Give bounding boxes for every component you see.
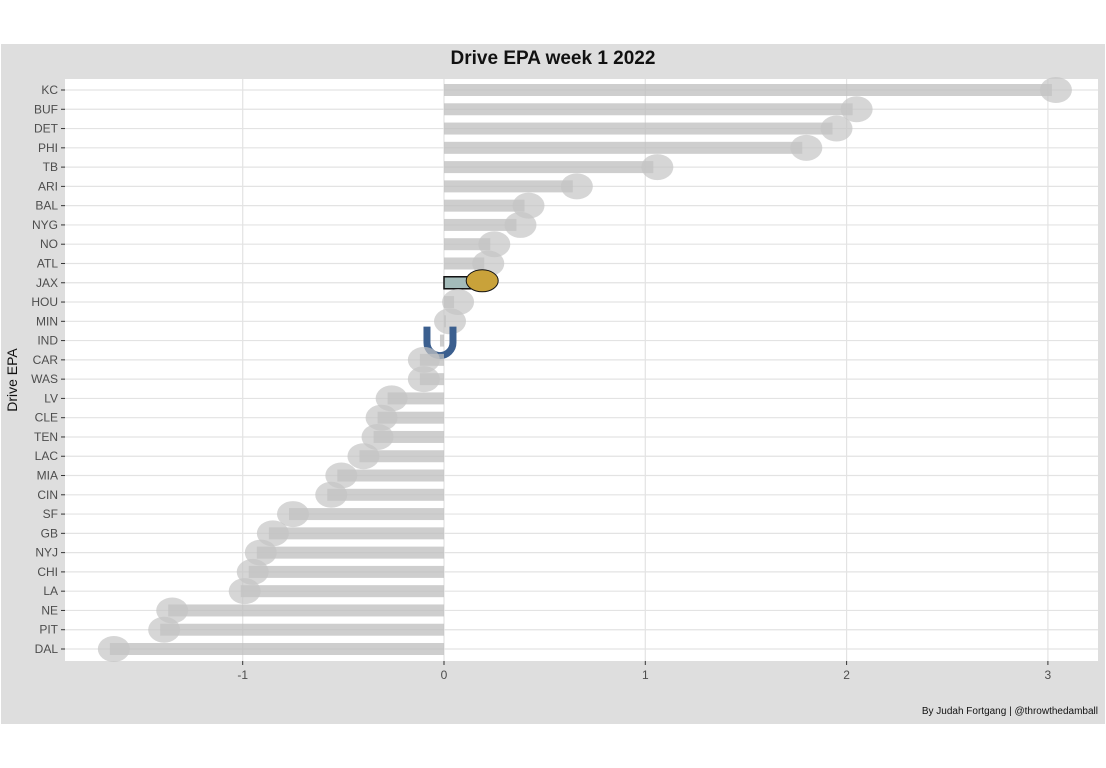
bar-buf [444, 103, 853, 116]
team-logo-kc-icon [1039, 77, 1072, 103]
team-logo-nyg-icon [504, 211, 537, 238]
x-tick-label: 0 [441, 668, 448, 682]
y-tick-label: ARI [38, 179, 58, 193]
y-tick-label: IND [37, 334, 58, 348]
y-tick-label: NO [40, 237, 58, 251]
team-logo-tb-icon [641, 154, 674, 181]
y-tick-label: CHI [37, 565, 58, 579]
bar-nyj [256, 546, 444, 559]
team-logo-jaguar-icon [465, 269, 499, 293]
y-tick-label: CIN [37, 488, 58, 502]
y-tick-label: DET [34, 122, 59, 136]
bar-gb [268, 527, 444, 540]
bar-sf [288, 508, 444, 521]
y-tick-label: JAX [36, 276, 58, 290]
y-tick-label: TB [43, 160, 58, 174]
team-logo-dal-icon [97, 636, 130, 662]
x-tick-label: 3 [1045, 668, 1052, 682]
team-logo-was-icon [407, 366, 440, 393]
y-tick-label: GB [41, 526, 58, 540]
y-tick-label: LAC [35, 449, 59, 463]
y-tick-label: HOU [31, 295, 58, 309]
y-tick-label: CAR [33, 353, 59, 367]
y-tick-label: MIA [37, 469, 58, 483]
y-tick-label: TEN [34, 430, 58, 444]
y-tick-label: KC [41, 83, 58, 97]
team-logo-la-icon [228, 578, 261, 605]
team-logo-ari-icon [560, 173, 593, 200]
y-tick-label: BUF [34, 102, 58, 116]
y-tick-label: NYJ [35, 546, 58, 560]
x-axis-ticks: -1 0 1 2 3 [237, 661, 1052, 682]
bar-chi [248, 565, 444, 578]
y-tick-label: CLE [35, 411, 58, 425]
team-logo-pit-icon [148, 616, 181, 643]
x-tick-label: 1 [642, 668, 649, 682]
y-tick-label: LA [43, 584, 58, 598]
y-tick-label: BAL [35, 199, 58, 213]
bar-dal [109, 643, 444, 655]
y-tick-label: PIT [39, 623, 58, 637]
y-tick-label: MIN [36, 314, 58, 328]
bar-la [240, 585, 444, 598]
y-tick-label: WAS [31, 372, 58, 386]
bar-det [444, 122, 833, 135]
y-tick-label: PHI [38, 141, 58, 155]
bar-tb [444, 161, 654, 174]
y-tick-label: NE [41, 603, 58, 617]
y-tick-label: DAL [35, 642, 59, 656]
team-logo-lac-icon [347, 443, 380, 470]
y-tick-label: SF [43, 507, 58, 521]
bar-bal [444, 199, 525, 212]
team-logo-det-icon [820, 115, 853, 142]
y-tick-label: ATL [37, 256, 58, 270]
x-tick-label: -1 [237, 668, 248, 682]
y-tick-label: NYG [32, 218, 58, 232]
bar-chart: KC BUF DET PHI TB ARI BAL NYG NO ATL JAX HOU MIN IND C… [31, 77, 1098, 682]
bar-kc [444, 84, 1052, 96]
x-tick-label: 2 [843, 668, 850, 682]
bar-ind [439, 334, 444, 347]
y-axis-ticks: KC BUF DET PHI TB ARI BAL NYG NO ATL JAX HOU MIN IND C… [31, 83, 65, 656]
team-logo-phi-icon [790, 134, 823, 161]
bar-ari [444, 180, 573, 193]
y-tick-label: LV [44, 391, 58, 405]
bar-pit [160, 623, 445, 636]
bar-ne [168, 604, 444, 617]
team-logo-cin-icon [315, 481, 348, 508]
bar-phi [444, 141, 803, 154]
